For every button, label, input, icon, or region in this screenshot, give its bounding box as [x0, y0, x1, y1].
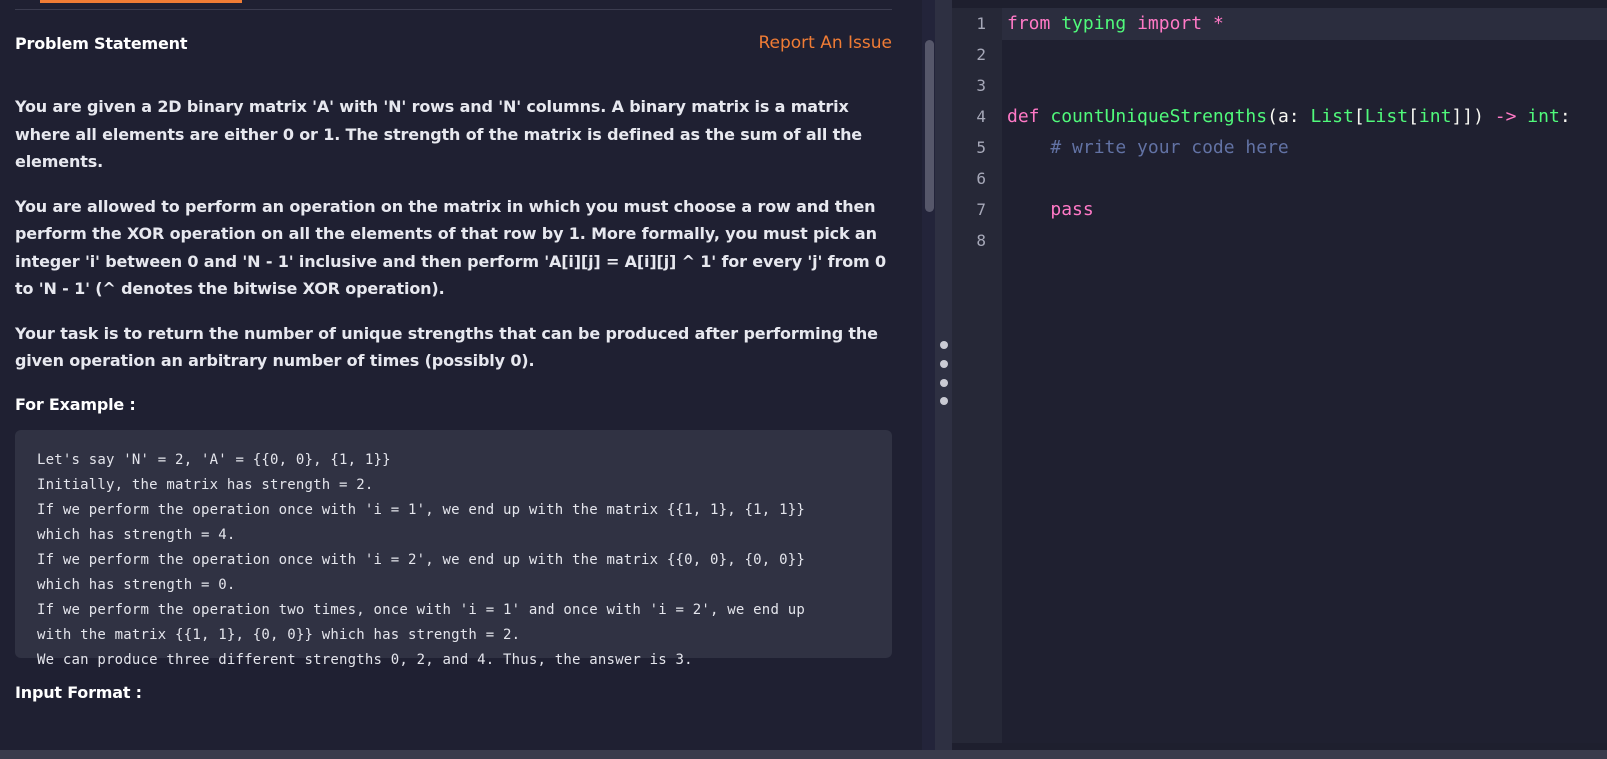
operator-token: * [1212, 13, 1224, 34]
punctuation-token: ( [1267, 106, 1278, 127]
arrow-token: -> [1494, 106, 1517, 127]
keyword-token: def [1007, 106, 1040, 127]
punctuation-token: : [1559, 106, 1571, 127]
line-number: 5 [976, 138, 986, 157]
code-line-7[interactable]: pass [1007, 194, 1094, 226]
line-number: 8 [976, 231, 986, 250]
line-number: 7 [976, 200, 986, 219]
code-line-4[interactable]: def countUniqueStrengths(a: List[List[in… [1007, 101, 1571, 133]
splitter-handle-dot[interactable] [940, 360, 948, 368]
keyword-token: from [1007, 13, 1051, 34]
problem-statement-heading: Problem Statement [15, 33, 188, 53]
problem-paragraph: You are given a 2D binary matrix 'A' wit… [15, 97, 863, 171]
horizontal-scrollbar[interactable] [0, 750, 1607, 759]
punctuation-token: [ [1353, 106, 1365, 127]
punctuation-token: [ [1408, 106, 1419, 127]
input-format-heading: Input Format : [15, 682, 142, 702]
example-line: If we perform the operation once with 'i… [37, 551, 805, 568]
comment-token: # write your code here [1050, 137, 1289, 158]
report-issue-link[interactable]: Report An Issue [758, 33, 892, 53]
line-number: 2 [976, 45, 986, 64]
module-token: typing [1061, 13, 1127, 34]
top-divider [15, 9, 892, 10]
example-heading: For Example : [15, 394, 136, 414]
problem-content: Problem Statement Report An Issue You ar… [15, 26, 892, 702]
param-token: a [1277, 106, 1289, 127]
title-row: Problem Statement Report An Issue [15, 26, 892, 60]
example-line: If we perform the operation two times, o… [37, 601, 805, 618]
example-line: Let's say 'N' = 2, 'A' = {{0, 0}, {1, 1}… [37, 451, 391, 468]
example-line: Initially, the matrix has strength = 2. [37, 476, 374, 493]
example-line: with the matrix {{1, 1}, {0, 0}} which h… [37, 626, 521, 643]
splitter-handle-dot[interactable] [940, 341, 948, 349]
example-line: which has strength = 0. [37, 576, 236, 593]
line-number: 6 [976, 169, 986, 188]
code-line-1[interactable]: from typing import * [1007, 8, 1224, 40]
type-token: List [1310, 106, 1354, 127]
keyword-token: import [1137, 13, 1203, 34]
type-token: int [1527, 106, 1560, 127]
problem-paragraph: Your task is to return the number of uni… [15, 323, 878, 371]
keyword-token: pass [1050, 199, 1094, 220]
example-line: which has strength = 4. [37, 526, 236, 543]
active-tab-indicator [40, 0, 242, 3]
punctuation-token: ]]) [1451, 106, 1484, 127]
example-box: Let's say 'N' = 2, 'A' = {{0, 0}, {1, 1}… [15, 429, 892, 668]
splitter-handle-dot[interactable] [940, 379, 948, 387]
example-line: We can produce three different strengths… [37, 651, 693, 668]
splitter-handle-dot[interactable] [940, 397, 948, 405]
type-token: int [1418, 106, 1452, 127]
problem-paragraph: You are allowed to perform an operation … [15, 196, 886, 299]
example-line: If we perform the operation once with 'i… [37, 501, 805, 518]
problem-scrollbar-thumb[interactable] [925, 40, 934, 212]
problem-panel: Problem Statement Report An Issue You ar… [0, 0, 935, 759]
punctuation-token: : [1288, 106, 1311, 127]
line-number: 4 [976, 107, 986, 126]
function-name-token: countUniqueStrengths [1050, 106, 1268, 127]
type-token: List [1364, 106, 1409, 127]
code-line-5[interactable]: # write your code here [1007, 132, 1289, 164]
line-number: 3 [976, 76, 986, 95]
line-number: 1 [976, 14, 986, 33]
